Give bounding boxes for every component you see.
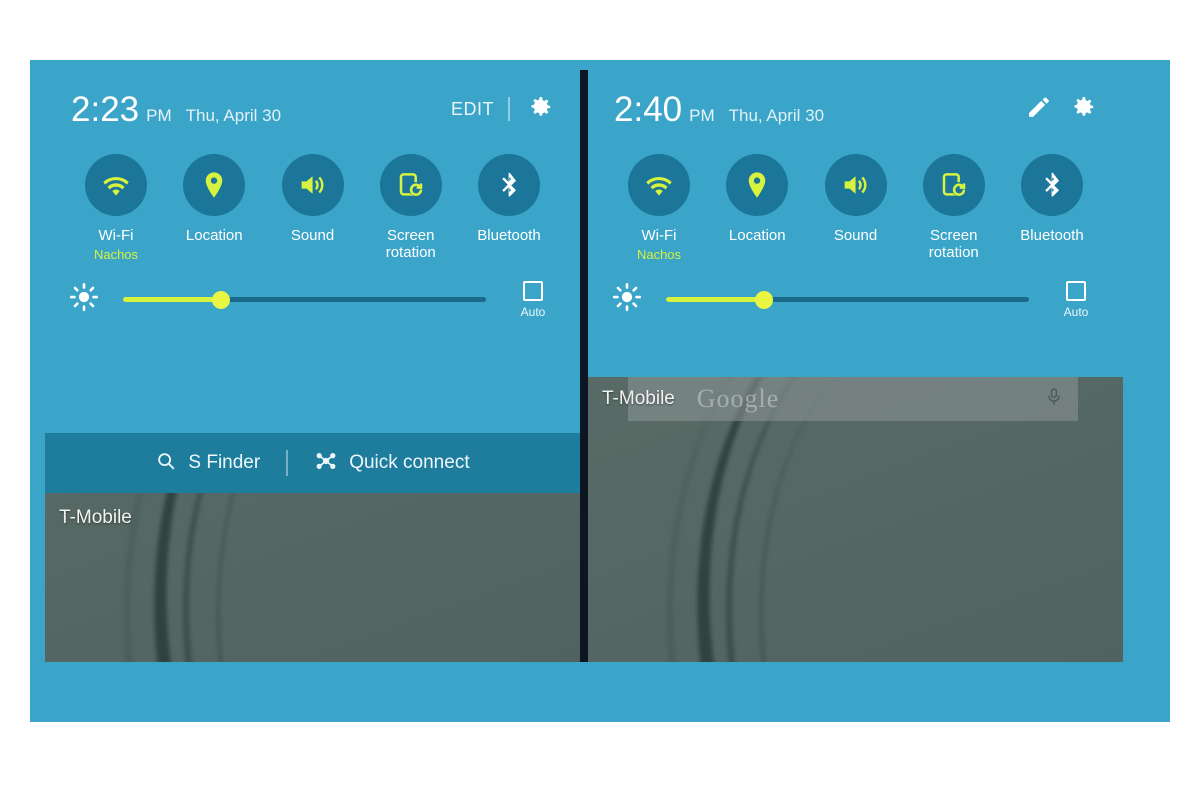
quick-settings-shade-right: 2:40 PM Thu, April 30 Wi-Fi Nachos Locat… [588,70,1123,377]
s-finder-label: S Finder [188,452,261,473]
wifi-icon [646,176,672,196]
shade-header-right: 2:40 PM Thu, April 30 [588,70,1123,148]
auto-label: Auto [1063,304,1089,319]
brightness-row-left: Auto [45,265,580,319]
toggle-circle [478,154,540,216]
toggle-sound[interactable]: Sound [266,154,360,265]
clock-time: 2:23 [71,89,140,129]
clock-left: 2:23 PM Thu, April 30 [71,92,281,127]
toggle-circle [726,154,789,216]
auto-brightness-checkbox[interactable]: Auto [1053,280,1099,319]
toggle-circle [281,154,344,216]
quick-connect-label: Quick connect [349,452,470,473]
toggle-screen-rotation[interactable]: Screen rotation [364,154,458,265]
brightness-row-right: Auto [588,265,1123,319]
quick-toggle-row-right: Wi-Fi Nachos Location Sound Screen rotat… [588,148,1123,265]
sound-speaker-icon [844,176,867,194]
brightness-sun-icon [612,282,642,317]
toggle-bluetooth[interactable]: Bluetooth [462,154,556,265]
toggle-wifi[interactable]: Wi-Fi Nachos [69,154,163,265]
clock-date: Thu, April 30 [185,105,282,125]
pencil-icon[interactable] [1025,93,1053,126]
toggle-circle [824,154,887,216]
quick-settings-shade-left: 2:23 PM Thu, April 30 EDIT Wi-Fi Nachos … [45,70,580,433]
toggle-circle [379,154,442,216]
s-finder-button[interactable]: S Finder [129,450,286,477]
clock-ampm: PM [689,105,715,125]
toggle-sublabel: Nachos [93,247,139,263]
slider-thumb[interactable] [212,290,230,309]
shade-header-actions-right [1025,92,1097,127]
toggle-screen-rotation[interactable]: Screen rotation [907,154,1001,265]
clock-ampm: PM [146,105,172,125]
panel-divider [580,70,588,662]
toggle-circle [85,154,147,216]
screen-rotation-icon [942,173,966,196]
location-pin-icon [748,172,766,198]
location-pin-icon [205,172,223,198]
brightness-slider-left[interactable] [123,290,486,309]
clock-time: 2:40 [614,89,683,129]
bluetooth-icon [1045,172,1059,197]
carrier-label-left: T-Mobile [59,507,132,528]
phone-panel-right: Google T-Mobile 2:40 PM Thu, April 30 Wi… [588,70,1123,662]
finder-bar-left: S Finder Quick connect [45,433,580,493]
toggle-location[interactable]: Location [710,154,804,265]
quick-toggle-row-left: Wi-Fi Nachos Location Sound Screen rotat… [45,148,580,265]
brightness-sun-icon [69,282,99,317]
toggle-wifi[interactable]: Wi-Fi Nachos [612,154,706,265]
gear-icon[interactable] [524,92,554,127]
shade-header-left: 2:23 PM Thu, April 30 EDIT [45,70,580,148]
screen-rotation-icon [399,173,423,196]
auto-label: Auto [520,304,546,319]
toggle-bluetooth[interactable]: Bluetooth [1005,154,1099,265]
bluetooth-icon [502,172,516,197]
slider-thumb[interactable] [755,290,773,309]
header-separator [508,97,510,121]
toggle-circle [922,154,985,216]
phone-panel-left: T-Mobile 2:23 PM Thu, April 30 EDIT Wi-F… [45,70,580,662]
toggle-label: Location [185,227,243,244]
wifi-icon [103,176,129,196]
toggle-label: Screen rotation [928,227,979,262]
toggle-circle [1021,154,1083,216]
microphone-icon[interactable] [1044,387,1064,412]
slider-fill [123,297,221,302]
toggle-label: Wi-Fi [641,227,677,244]
toggle-label: Screen rotation [385,227,436,262]
clock-right: 2:40 PM Thu, April 30 [614,92,824,127]
clock-date: Thu, April 30 [728,105,825,125]
gear-icon[interactable] [1067,92,1097,127]
checkbox-box [1066,280,1086,301]
toggle-label: Sound [833,227,878,244]
comparison-panels: T-Mobile 2:23 PM Thu, April 30 EDIT Wi-F… [45,70,1155,662]
google-search-widget[interactable]: Google [628,377,1078,421]
toggle-sound[interactable]: Sound [809,154,903,265]
auto-brightness-checkbox[interactable]: Auto [510,280,556,319]
toggle-label: Wi-Fi [98,227,134,244]
toggle-location[interactable]: Location [167,154,261,265]
toggle-label: Sound [290,227,335,244]
sound-speaker-icon [301,176,324,194]
toggle-label: Bluetooth [477,227,541,244]
quick-connect-button[interactable]: Quick connect [288,449,495,478]
slider-fill [666,297,764,302]
toggle-label: Location [728,227,786,244]
carrier-label-right: T-Mobile [602,388,675,409]
quick-connect-hub-icon [314,449,338,478]
toggle-label: Bluetooth [1020,227,1084,244]
search-icon [155,450,177,477]
shade-header-actions-left: EDIT [451,92,554,127]
brightness-slider-right[interactable] [666,290,1029,309]
edit-button[interactable]: EDIT [451,99,494,120]
google-wordmark: Google [696,384,780,413]
toggle-circle [628,154,690,216]
toggle-circle [183,154,246,216]
toggle-sublabel: Nachos [636,247,682,263]
checkbox-box [523,280,543,301]
